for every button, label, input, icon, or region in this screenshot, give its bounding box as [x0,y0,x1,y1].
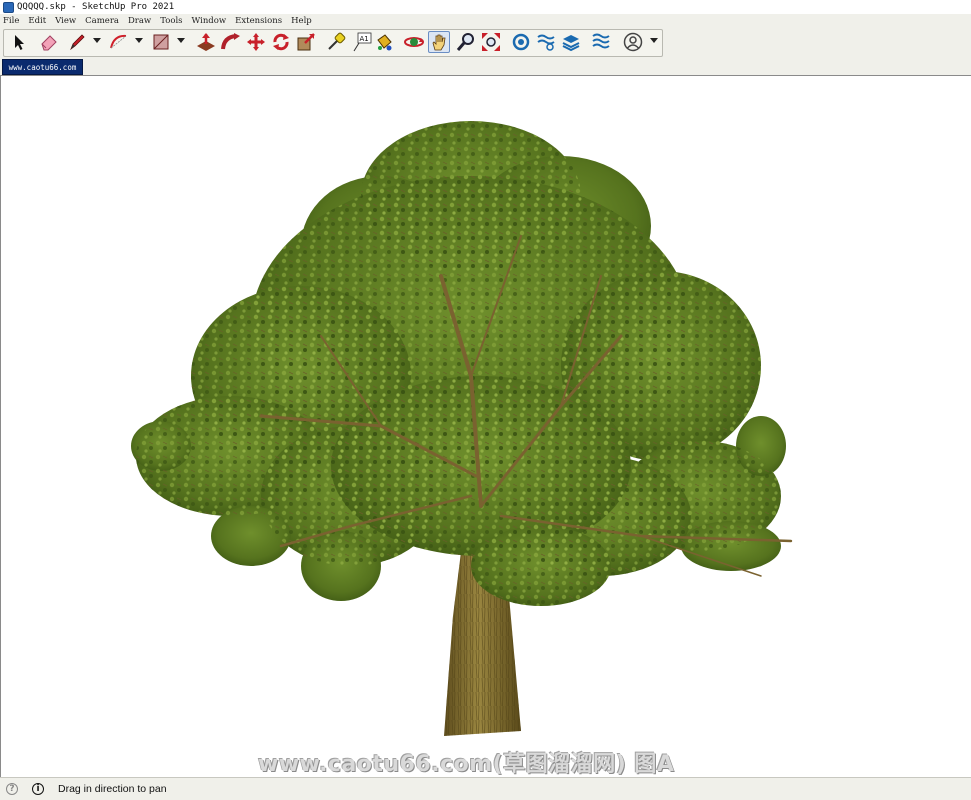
sketchup-app-icon [3,1,14,13]
push-pull-tool[interactable] [195,31,217,53]
pan-tool[interactable] [428,31,450,53]
menu-bar: File Edit View Camera Draw Tools Window … [0,14,971,28]
title-bar: QQQQQ.skp - SketchUp Pro 2021 [0,0,971,14]
menu-window[interactable]: Window [192,16,227,26]
select-tool[interactable] [8,31,30,53]
rectangle-tool-dropdown[interactable] [177,38,185,43]
warehouse-icon [512,33,530,51]
line-tool[interactable] [66,31,88,53]
menu-draw[interactable]: Draw [128,16,151,26]
scale-tool[interactable] [295,31,317,53]
paint-bucket-tool[interactable] [373,31,395,53]
move-tool[interactable] [245,31,267,53]
scene-tab-strip: www.caotu66.com [0,58,971,75]
magnifier-icon [456,33,474,51]
menu-camera[interactable]: Camera [85,16,119,26]
account-button[interactable] [622,31,644,53]
geo-location-icon[interactable]: ? [6,783,18,795]
tape-measure-icon [328,32,346,50]
status-text: Drag in direction to pan [58,783,167,795]
menu-file[interactable]: File [3,16,19,26]
tape-measure-tool[interactable] [325,31,347,53]
eraser-tool[interactable] [38,31,60,53]
menu-extensions[interactable]: Extensions [235,16,282,26]
extension-warehouse-icon [537,34,555,51]
user-icon [623,32,643,52]
layout-button[interactable] [560,31,582,53]
main-toolbar: A1 [0,28,971,59]
scene-tab[interactable]: www.caotu66.com [2,59,83,75]
text-icon: A1 [353,32,372,52]
menu-help[interactable]: Help [291,16,312,26]
arrow-cursor-icon [15,35,24,50]
layout-icon [562,35,580,52]
watermark: www.caotu66.com(草图溜溜网) 图A [258,752,675,777]
3d-warehouse-button[interactable] [510,31,532,53]
pencil-icon [70,34,85,51]
rotate-icon [273,33,289,51]
rotate-tool[interactable] [270,31,292,53]
extension-warehouse-button[interactable] [535,31,557,53]
extension-manager-icon [592,33,610,49]
text-tool[interactable]: A1 [350,31,372,53]
extension-manager-button[interactable] [590,31,612,53]
push-pull-icon [197,33,215,51]
hand-icon [432,34,446,51]
menu-tools[interactable]: Tools [160,16,182,26]
scale-icon [297,33,315,51]
account-dropdown[interactable] [650,38,658,43]
zoom-tool[interactable] [455,31,477,53]
menu-view[interactable]: View [55,16,76,26]
menu-edit[interactable]: Edit [28,16,46,26]
tree-canopy [131,121,786,606]
drawing-viewport[interactable] [0,75,971,777]
tree-model [131,121,793,736]
line-tool-dropdown[interactable] [93,38,101,43]
arc-icon [110,34,127,49]
info-icon[interactable]: i [32,783,44,795]
follow-me-icon [221,33,240,50]
eraser-icon [41,35,57,51]
zoom-extents-tool[interactable] [480,31,502,53]
follow-me-tool[interactable] [220,31,242,53]
text-tool-label: A1 [360,35,369,43]
orbit-icon [404,37,424,47]
paint-bucket-icon [377,34,392,51]
window-title: QQQQQ.skp - SketchUp Pro 2021 [17,2,175,12]
orbit-tool[interactable] [403,31,425,53]
move-icon [247,33,265,51]
zoom-extents-icon [482,33,500,51]
arc-tool[interactable] [108,31,130,53]
rectangle-tool[interactable] [150,31,172,53]
status-bar: ? i Drag in direction to pan [0,777,971,800]
arc-tool-dropdown[interactable] [135,38,143,43]
rectangle-icon [153,34,169,50]
